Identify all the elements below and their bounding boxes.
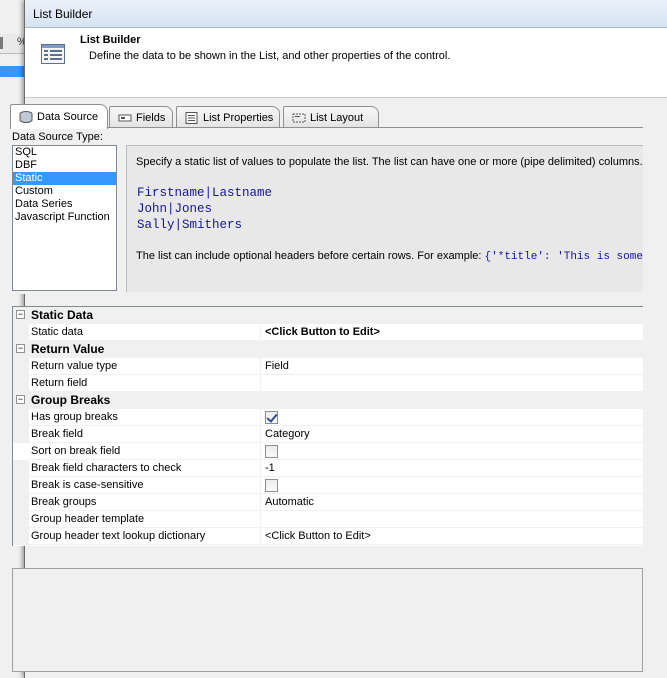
property-value-header-template[interactable] [262,511,644,528]
tab-label: List Properties [203,111,274,124]
tab-list-properties[interactable]: List Properties [176,106,280,128]
property-value-break-field[interactable]: Category [262,426,644,443]
database-icon [19,111,33,123]
collapse-icon[interactable]: − [16,344,25,353]
property-row-header-lookup[interactable]: Group header text lookup dictionary <Cli… [13,528,644,545]
row-gutter [13,426,29,443]
sort-on-break-field-checkbox[interactable] [265,445,278,458]
row-gutter [13,375,29,392]
property-value-sort-on-break-field [262,443,644,460]
category-group-breaks[interactable]: − Group Breaks [13,392,644,409]
category-return-value[interactable]: − Return Value [13,341,644,358]
list-item-static[interactable]: Static [13,172,116,185]
data-source-type-label: Data Source Type: [12,131,103,143]
property-row-break-chars[interactable]: Break field characters to check -1 [13,460,644,477]
property-row-return-field[interactable]: Return field [13,375,644,392]
list-item-javascript-function[interactable]: Javascript Function [13,211,116,224]
tab-label: Fields [136,111,166,124]
list-item-custom[interactable]: Custom [13,185,116,198]
tab-strip: Data Source Fields List Properties List … [10,104,640,129]
property-name: Return value type [29,358,261,375]
property-value-break-groups[interactable]: Automatic [262,494,644,511]
collapse-icon[interactable]: − [16,310,25,319]
list-builder-icon [41,44,65,64]
category-label: Return Value [31,342,105,356]
tab-list-layout[interactable]: List Layout [283,106,379,128]
property-name: Group header text lookup dictionary [29,528,261,545]
tab-label: List Layout [310,111,364,124]
category-static-data[interactable]: − Static Data [13,307,644,324]
dialog-header: List Builder Define the data to be shown… [25,28,667,98]
window-title: List Builder [33,7,93,21]
property-name: Return field [29,375,261,392]
property-value-return-value-type[interactable]: Field [262,358,644,375]
fields-icon [118,112,132,124]
property-value-static-data[interactable]: <Click Button to Edit> [262,324,644,341]
tab-label: Data Source [37,111,99,123]
property-row-static-data[interactable]: Static data <Click Button to Edit> [13,324,644,341]
background-toolbar-grip [0,37,3,49]
row-gutter [13,494,29,511]
property-row-break-field[interactable]: Break field Category [13,426,644,443]
property-name: Break field [29,426,261,443]
row-gutter [13,460,29,477]
collapse-icon[interactable]: − [16,395,25,404]
property-name: Break field characters to check [29,460,261,477]
row-gutter [13,511,29,528]
static-source-help: Specify a static list of values to popul… [126,145,643,292]
property-name: Group header template [29,511,261,528]
code-example-line: John|Jones [137,202,213,216]
property-name: Static data [29,324,261,341]
property-row-sort-on-break-field[interactable]: Sort on break field [13,443,644,460]
property-grid: − Static Data Static data <Click Button … [12,306,644,546]
title-bar[interactable]: List Builder [25,0,667,28]
category-label: Group Breaks [31,393,111,407]
code-example-line: Sally|Smithers [137,218,243,232]
row-gutter [13,409,29,426]
tab-data-source[interactable]: Data Source [10,104,108,129]
property-row-has-group-breaks[interactable]: Has group breaks [13,409,644,426]
has-group-breaks-checkbox[interactable] [265,411,278,424]
category-label: Static Data [31,308,94,322]
property-value-break-chars[interactable]: -1 [262,460,644,477]
header-description: Define the data to be shown in the List,… [89,50,451,62]
list-item-dbf[interactable]: DBF [13,159,116,172]
property-name: Sort on break field [29,443,261,460]
property-name: Break is case-sensitive [29,477,261,494]
row-gutter [13,358,29,375]
row-gutter [13,443,29,460]
property-row-header-template[interactable]: Group header template [13,511,644,528]
property-value-has-group-breaks [262,409,644,426]
tab-fields[interactable]: Fields [109,106,173,128]
help-intro-text: Specify a static list of values to popul… [136,156,643,168]
row-gutter [13,477,29,494]
background-selected-row[interactable] [0,66,26,77]
code-example-line: Firstname|Lastname [137,186,273,200]
case-sensitive-checkbox[interactable] [265,479,278,492]
data-source-type-list[interactable]: SQL DBF Static Custom Data Series Javasc… [12,145,117,291]
property-row-break-groups[interactable]: Break groups Automatic [13,494,644,511]
list-item-data-series[interactable]: Data Series [13,198,116,211]
property-value-header-lookup[interactable]: <Click Button to Edit> [262,528,644,545]
help-headers-text: The list can include optional headers be… [136,250,643,263]
help-headers-sentence: The list can include optional headers be… [136,250,485,262]
layout-icon [292,112,306,124]
list-item-sql[interactable]: SQL [13,146,116,159]
property-row-case-sensitive[interactable]: Break is case-sensitive [13,477,644,494]
header-title: List Builder [80,34,141,46]
property-value-case-sensitive [262,477,644,494]
property-name: Break groups [29,494,261,511]
row-gutter [13,528,29,545]
property-name: Has group breaks [29,409,261,426]
properties-icon [185,111,199,124]
row-gutter [13,324,29,341]
property-value-return-field[interactable] [262,375,644,392]
property-row-return-value-type[interactable]: Return value type Field [13,358,644,375]
property-description-pane [12,568,643,672]
help-headers-code: {'*title': 'This is some [484,251,643,263]
